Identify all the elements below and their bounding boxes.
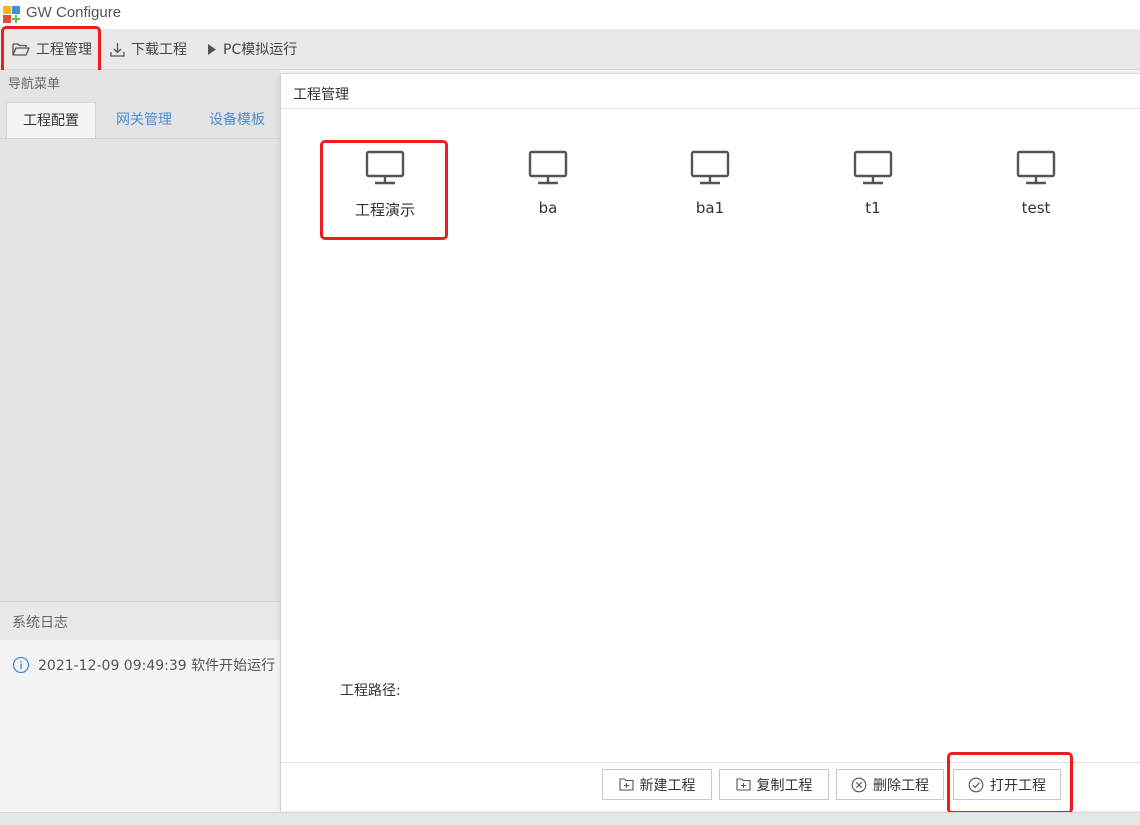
- log-entry-text: 2021-12-09 09:49:39 软件开始运行: [38, 658, 276, 674]
- play-icon: [208, 43, 216, 55]
- left-panel: [0, 70, 280, 602]
- monitor-icon: [528, 150, 568, 185]
- gw-logo-icon: [3, 6, 20, 23]
- project-name: ba1: [695, 199, 725, 217]
- project-manage-label: 工程管理: [36, 42, 92, 58]
- project-name: test: [1021, 199, 1051, 217]
- project-path-label: 工程路径:: [340, 683, 401, 699]
- open-project-button[interactable]: 打开工程: [953, 769, 1061, 800]
- log-header-label: 系统日志: [12, 615, 68, 631]
- download-project-button[interactable]: 下载工程: [110, 29, 187, 69]
- nav-tabs: 工程配置 网关管理 设备模板: [0, 98, 280, 139]
- download-project-label: 下载工程: [131, 42, 187, 58]
- tab-gateway-manage[interactable]: 网关管理: [102, 102, 186, 138]
- project-item[interactable]: t1: [813, 150, 933, 217]
- dialog-title: 工程管理: [293, 87, 349, 103]
- project-item[interactable]: test: [976, 150, 1096, 217]
- project-name: t1: [865, 199, 881, 217]
- project-name: 工程演示: [354, 201, 415, 219]
- copy-project-button[interactable]: 复制工程: [719, 769, 829, 800]
- window-title: GW Configure: [26, 4, 122, 21]
- project-name: ba: [538, 199, 558, 217]
- folder-open-icon: [12, 43, 30, 56]
- nav-header: 导航菜单: [0, 70, 280, 98]
- pc-simulate-button[interactable]: PC模拟运行: [207, 29, 297, 69]
- folder-plus-icon: [735, 778, 751, 791]
- status-bar: [0, 812, 1140, 825]
- project-item[interactable]: ba1: [650, 150, 770, 217]
- project-item[interactable]: 工程演示: [325, 150, 445, 220]
- close-circle-icon: [851, 777, 867, 792]
- tab-device-template[interactable]: 设备模板: [194, 102, 280, 138]
- nav-tab-divider: [0, 138, 280, 139]
- toolbar: 工程管理 下载工程 PC模拟运行: [0, 29, 1140, 70]
- folder-plus-icon: [618, 778, 634, 791]
- new-project-button[interactable]: 新建工程: [602, 769, 712, 800]
- monitor-icon: [365, 150, 405, 185]
- delete-project-label: 删除工程: [873, 777, 929, 794]
- monitor-icon: [853, 150, 893, 185]
- monitor-icon: [690, 150, 730, 185]
- pc-simulate-label: PC模拟运行: [223, 42, 298, 58]
- tab-project-config[interactable]: 工程配置: [6, 102, 96, 139]
- project-item[interactable]: ba: [488, 150, 608, 217]
- log-entry: 2021-12-09 09:49:39 软件开始运行: [12, 655, 280, 675]
- download-icon: [110, 42, 125, 57]
- info-icon: [12, 656, 30, 674]
- dialog-title-divider: [281, 108, 1140, 109]
- new-project-label: 新建工程: [639, 777, 696, 794]
- project-manage-button[interactable]: 工程管理: [12, 29, 92, 69]
- dialog-footer-divider: [281, 762, 1140, 763]
- check-circle-icon: [968, 777, 984, 792]
- delete-project-button[interactable]: 删除工程: [836, 769, 944, 800]
- open-project-label: 打开工程: [990, 777, 1046, 794]
- nav-header-label: 导航菜单: [8, 77, 61, 92]
- copy-project-label: 复制工程: [756, 777, 813, 794]
- monitor-icon: [1016, 150, 1056, 185]
- title-bar: GW Configure: [0, 0, 1140, 29]
- log-header: 系统日志: [0, 601, 280, 641]
